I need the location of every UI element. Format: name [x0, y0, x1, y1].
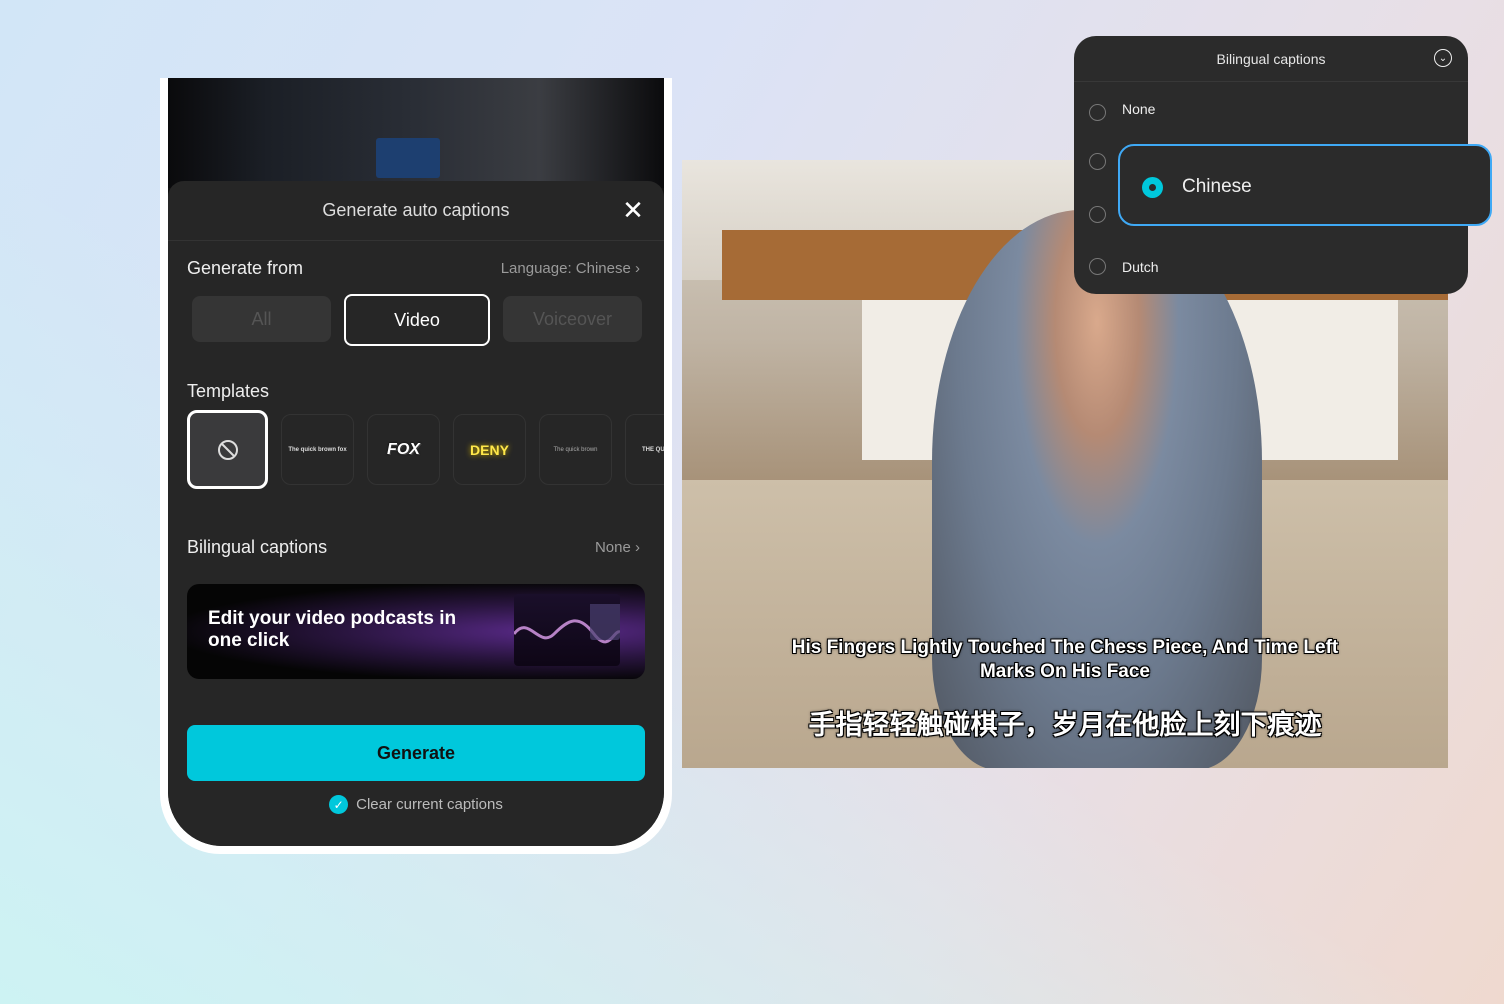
- template-quick-caps[interactable]: THE QUICK B: [625, 414, 664, 485]
- source-video-button[interactable]: Video: [344, 294, 490, 346]
- option-none[interactable]: None: [1122, 101, 1155, 117]
- template-quick-brown-fox[interactable]: The quick brown fox: [281, 414, 354, 485]
- sheet-title: Generate auto captions: [322, 200, 510, 220]
- template-deny[interactable]: DENY: [453, 414, 526, 485]
- source-all-button[interactable]: All: [192, 296, 331, 342]
- video-preview-thumbnail: [168, 78, 664, 188]
- no-template-icon: [217, 439, 238, 460]
- podcast-promo-banner[interactable]: Edit your video podcasts in one click: [187, 584, 645, 679]
- banner-text: Edit your video podcasts in one click: [208, 608, 457, 651]
- template-fox[interactable]: FOX: [367, 414, 440, 485]
- templates-list: The quick brown fox FOX DENY The quick b…: [187, 410, 664, 489]
- bilingual-captions-selector[interactable]: None ›: [595, 539, 640, 556]
- check-icon: ✓: [329, 795, 349, 814]
- close-icon[interactable]: ✕: [622, 197, 644, 223]
- templates-label: Templates: [187, 381, 270, 401]
- subtitle-english: His Fingers Lightly Touched The Chess Pi…: [791, 637, 1339, 682]
- chevron-right-icon: ›: [635, 539, 640, 556]
- generate-button[interactable]: Generate: [187, 725, 645, 781]
- subtitle-chinese: 手指轻轻触碰棋子，岁月在他脸上刻下痕迹: [808, 710, 1322, 740]
- phone-frame: Generate auto captions ✕ Generate from L…: [160, 78, 672, 854]
- template-quick-brown[interactable]: The quick brown: [539, 414, 612, 485]
- option-dutch[interactable]: Dutch: [1122, 259, 1159, 275]
- dropdown-title: Bilingual captions: [1216, 50, 1326, 67]
- generate-from-label: Generate from: [187, 258, 304, 278]
- template-none[interactable]: [187, 410, 268, 489]
- chevron-right-icon: ›: [635, 260, 640, 277]
- radio-underlay[interactable]: [1089, 206, 1106, 223]
- language-selector[interactable]: Language: Chinese ›: [501, 260, 640, 277]
- option-chinese-selected[interactable]: Chinese: [1118, 144, 1492, 226]
- clear-captions-checkbox[interactable]: ✓ Clear current captions: [168, 795, 664, 814]
- radio-dutch[interactable]: [1089, 258, 1106, 275]
- chevron-down-icon[interactable]: ⌄: [1434, 49, 1452, 67]
- source-segmented-control: All Video Voiceover: [192, 294, 642, 346]
- radio-none[interactable]: [1089, 104, 1106, 121]
- auto-captions-sheet: Generate auto captions ✕ Generate from L…: [168, 181, 664, 846]
- radio-chinese-underlay[interactable]: [1089, 153, 1106, 170]
- radio-selected-icon: [1142, 177, 1163, 198]
- bilingual-captions-label: Bilingual captions: [187, 537, 328, 557]
- source-voiceover-button[interactable]: Voiceover: [503, 296, 642, 342]
- banner-waveform-image: [514, 594, 620, 666]
